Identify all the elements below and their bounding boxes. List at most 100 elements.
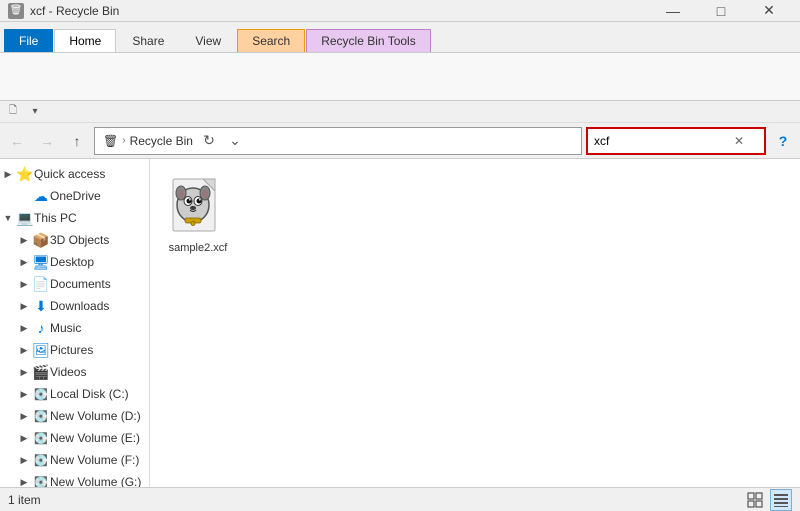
- file-item-name-sample2xcf: sample2.xcf: [169, 242, 228, 254]
- tab-recycle-bin-tools[interactable]: Recycle Bin Tools: [306, 29, 431, 52]
- sidebar-label-this-pc: This PC: [34, 211, 77, 225]
- address-path-icon: 🗑: [103, 134, 118, 148]
- address-dropdown-btn[interactable]: ⌄: [223, 127, 247, 155]
- title-text: xcf - Recycle Bin: [30, 4, 119, 18]
- sidebar-item-vol-d[interactable]: ▶ 💽 New Volume (D:): [0, 405, 149, 427]
- sidebar-item-desktop[interactable]: ▶ 🖥 Desktop: [0, 251, 149, 273]
- address-separator: ›: [122, 135, 125, 146]
- file-item-sample2xcf[interactable]: sample2.xcf: [158, 167, 238, 261]
- search-box-container: ✕: [586, 127, 766, 155]
- ribbon-tabs: File Home Share View Search Recycle Bin …: [0, 22, 800, 52]
- sidebar-item-vol-f[interactable]: ▶ 💽 New Volume (F:): [0, 449, 149, 471]
- title-bar-left: 🗑 xcf - Recycle Bin: [8, 3, 119, 19]
- tab-view[interactable]: View: [180, 29, 236, 52]
- sidebar-item-this-pc[interactable]: ▼ 💻 This PC: [0, 207, 149, 229]
- sidebar-item-local-disk-c[interactable]: ▶ 💽 Local Disk (C:): [0, 383, 149, 405]
- expand-vol-d[interactable]: ▶: [16, 405, 32, 427]
- address-box[interactable]: 🗑 › Recycle Bin ↻ ⌄: [94, 127, 582, 155]
- close-button[interactable]: ✕: [746, 0, 792, 22]
- sidebar-icon-vol-e: 💽: [32, 427, 50, 449]
- tab-home[interactable]: Home: [54, 29, 116, 52]
- sidebar-icon-videos: 🎬: [32, 361, 50, 383]
- search-clear-button[interactable]: ✕: [734, 134, 744, 148]
- quick-access-toolbar: 🗋 ▾: [0, 101, 800, 123]
- sidebar-item-videos[interactable]: ▶ 🎬 Videos: [0, 361, 149, 383]
- address-right-controls: ↻ ⌄: [197, 127, 247, 155]
- xcf-file-svg: [169, 177, 227, 235]
- sidebar-item-vol-g[interactable]: ▶ 💽 New Volume (G:): [0, 471, 149, 487]
- sidebar-icon-this-pc: 💻: [16, 207, 34, 229]
- expand-quick-access[interactable]: ▶: [0, 163, 16, 185]
- sidebar-label-vol-e: New Volume (E:): [50, 431, 140, 445]
- qat-dropdown-btn[interactable]: ▾: [26, 103, 44, 121]
- sidebar-icon-downloads: ⬇: [32, 295, 50, 317]
- sidebar-label-music: Music: [50, 321, 81, 335]
- nav-back-button[interactable]: ←: [4, 128, 30, 154]
- address-path-label: Recycle Bin: [130, 134, 193, 148]
- sidebar-icon-vol-f: 💽: [32, 449, 50, 471]
- content-area: sample2.xcf: [150, 159, 800, 487]
- expand-documents[interactable]: ▶: [16, 273, 32, 295]
- main-area: ▶ ⭐ Quick access ▶ ☁ OneDrive ▼ 💻 This P…: [0, 159, 800, 487]
- sidebar-item-downloads[interactable]: ▶ ⬇ Downloads: [0, 295, 149, 317]
- nav-forward-button[interactable]: →: [34, 128, 60, 154]
- expand-3d-objects[interactable]: ▶: [16, 229, 32, 251]
- large-icons-icon: [747, 492, 763, 508]
- sidebar-label-quick-access: Quick access: [34, 167, 105, 181]
- sidebar-icon-vol-d: 💽: [32, 405, 50, 427]
- sidebar-label-documents: Documents: [50, 277, 111, 291]
- sidebar-label-vol-g: New Volume (G:): [50, 475, 141, 487]
- sidebar-item-quick-access[interactable]: ▶ ⭐ Quick access: [0, 163, 149, 185]
- title-bar: 🗑 xcf - Recycle Bin — □ ✕: [0, 0, 800, 22]
- view-details-button[interactable]: [770, 489, 792, 511]
- expand-vol-f[interactable]: ▶: [16, 449, 32, 471]
- expand-videos[interactable]: ▶: [16, 361, 32, 383]
- sidebar-item-documents[interactable]: ▶ 📄 Documents: [0, 273, 149, 295]
- expand-vol-e[interactable]: ▶: [16, 427, 32, 449]
- tab-search[interactable]: Search: [237, 29, 305, 52]
- sidebar-icon-local-disk-c: 💽: [32, 383, 50, 405]
- sidebar-icon-quick-access: ⭐: [16, 163, 34, 185]
- expand-vol-g[interactable]: ▶: [16, 471, 32, 487]
- status-view-controls: [744, 489, 792, 511]
- search-box[interactable]: ✕: [586, 127, 766, 155]
- expand-local-disk-c[interactable]: ▶: [16, 383, 32, 405]
- minimize-button[interactable]: —: [650, 0, 696, 22]
- sidebar-item-onedrive[interactable]: ▶ ☁ OneDrive: [0, 185, 149, 207]
- sidebar-label-local-disk-c: Local Disk (C:): [50, 387, 129, 401]
- sidebar-label-3d-objects: 3D Objects: [50, 233, 109, 247]
- sidebar: ▶ ⭐ Quick access ▶ ☁ OneDrive ▼ 💻 This P…: [0, 159, 150, 487]
- nav-up-button[interactable]: ↑: [64, 128, 90, 154]
- sidebar-item-3d-objects[interactable]: ▶ 📦 3D Objects: [0, 229, 149, 251]
- sidebar-label-downloads: Downloads: [50, 299, 109, 313]
- sidebar-label-onedrive: OneDrive: [50, 189, 101, 203]
- sidebar-icon-onedrive: ☁: [32, 185, 50, 207]
- help-button[interactable]: ?: [770, 128, 796, 154]
- sidebar-label-vol-f: New Volume (F:): [50, 453, 139, 467]
- sidebar-label-vol-d: New Volume (D:): [50, 409, 141, 423]
- status-item-count: 1 item: [8, 493, 41, 507]
- address-refresh-btn[interactable]: ↻: [197, 127, 221, 155]
- sidebar-icon-music: ♪: [32, 317, 50, 339]
- status-bar: 1 item: [0, 487, 800, 511]
- tab-share[interactable]: Share: [117, 29, 179, 52]
- expand-downloads[interactable]: ▶: [16, 295, 32, 317]
- ribbon-content: [0, 52, 800, 100]
- tab-file[interactable]: File: [4, 29, 53, 52]
- sidebar-item-pictures[interactable]: ▶ 🖼 Pictures: [0, 339, 149, 361]
- title-controls: — □ ✕: [650, 0, 792, 22]
- sidebar-item-vol-e[interactable]: ▶ 💽 New Volume (E:): [0, 427, 149, 449]
- expand-desktop[interactable]: ▶: [16, 251, 32, 273]
- address-path: 🗑 › Recycle Bin: [103, 134, 193, 148]
- search-input[interactable]: [594, 134, 734, 148]
- sidebar-item-music[interactable]: ▶ ♪ Music: [0, 317, 149, 339]
- expand-this-pc[interactable]: ▼: [0, 207, 16, 229]
- qat-properties-btn[interactable]: 🗋: [4, 103, 22, 121]
- sidebar-icon-desktop: 🖥: [32, 251, 50, 273]
- maximize-button[interactable]: □: [698, 0, 744, 22]
- expand-pictures[interactable]: ▶: [16, 339, 32, 361]
- expand-music[interactable]: ▶: [16, 317, 32, 339]
- view-large-icons-button[interactable]: [744, 489, 766, 511]
- details-view-icon: [773, 492, 789, 508]
- sidebar-icon-pictures: 🖼: [32, 339, 50, 361]
